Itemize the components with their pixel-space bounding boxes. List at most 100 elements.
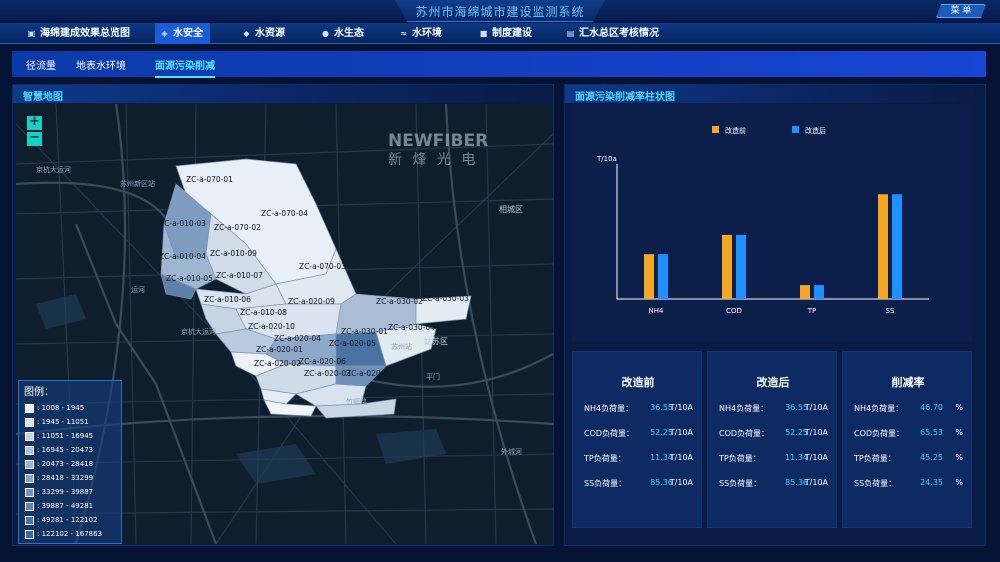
- waves-icon: ≈: [400, 29, 407, 38]
- card-reduction: 削减率 NH4负荷量： 46.70% COD负荷量： 65.53% TP负荷量： 45…: [842, 351, 972, 528]
- tab-pollution-reduction[interactable]: 面源污染削减: [155, 57, 215, 78]
- metric-unit: T/10A: [669, 478, 693, 487]
- bar-ss-before: [878, 194, 888, 299]
- nav-label: 水环境: [412, 28, 442, 39]
- metric-row: COD负荷量： 52.25 T/10A: [708, 428, 838, 440]
- zoom-in-button[interactable]: +: [27, 115, 42, 130]
- legend-item: : 33299 - 39887: [25, 487, 93, 499]
- nav-item-assessment[interactable]: ▤ 汇水总区考核情况: [561, 23, 671, 44]
- nav-label: 制度建设: [492, 28, 532, 39]
- metric-row: SS负荷量： 85.36 T/10A: [573, 478, 703, 490]
- clipboard-icon: ▤: [566, 29, 575, 38]
- legend-label: : 28418 - 33299: [37, 474, 94, 482]
- zone-label: ZC-a-030-04: [388, 323, 435, 332]
- place-label: 平门: [426, 372, 440, 381]
- legend-label: 改造后: [805, 126, 826, 135]
- bar-nh4-before: [644, 254, 654, 299]
- bar-tp-after: [814, 285, 824, 299]
- tab-surface-water[interactable]: 地表水环境: [76, 57, 126, 72]
- nav-label: 海绵建成效果总览图: [40, 28, 130, 39]
- metric-unit: %: [955, 403, 963, 412]
- leaf-drop-icon: ●: [322, 29, 329, 38]
- metric-label: TP负荷量：: [719, 454, 761, 463]
- legend-item: : 20473 - 28418: [25, 459, 93, 471]
- legend-swatch: [25, 431, 34, 441]
- legend-label: : 39887 - 49281: [37, 502, 94, 510]
- metric-label: SS负荷量：: [719, 479, 762, 488]
- chart-panel-title: 面源污染削减率柱状图: [575, 92, 675, 103]
- nav-item-water-resource[interactable]: ◆ 水资源: [237, 23, 297, 44]
- nav-item-water-ecology[interactable]: ● 水生态: [316, 23, 376, 44]
- tab-runoff[interactable]: 径流量: [26, 57, 56, 72]
- legend-swatch: [25, 403, 34, 413]
- chart-area: T/10a 改造前 改造后 NH4 COD TP SS: [572, 104, 972, 342]
- y-axis-label: T/10a: [596, 155, 617, 163]
- x-tick-label: COD: [726, 307, 742, 315]
- nav-label: 汇水总区考核情况: [579, 28, 659, 39]
- metric-label: TP负荷量：: [584, 454, 626, 463]
- legend-item: : 122102 - 167863: [25, 529, 102, 541]
- metric-label: COD负荷量：: [854, 429, 905, 438]
- place-label: 京杭大运河: [36, 165, 71, 174]
- metric-value: 65.53: [920, 428, 943, 437]
- x-tick-label: SS: [886, 307, 895, 315]
- zone-label: ZC-a-020-10: [248, 322, 295, 331]
- card-title: 改造后: [756, 376, 790, 389]
- nav-item-water-env[interactable]: ≈ 水环境: [394, 23, 454, 44]
- zoom-out-button[interactable]: −: [27, 131, 42, 146]
- nav-item-institution[interactable]: ■ 制度建设: [474, 23, 544, 44]
- legend-label: : 122102 - 167863: [37, 530, 103, 538]
- zone-label: ZC-a-010-08: [240, 308, 287, 317]
- metric-label: TP负荷量：: [854, 454, 896, 463]
- legend-item: : 11051 - 16945: [25, 431, 93, 443]
- box-icon: ■: [479, 29, 488, 38]
- metric-row: COD负荷量： 52.25 T/10A: [573, 428, 703, 440]
- legend-swatch: [792, 126, 799, 133]
- legend-swatch: [25, 473, 34, 483]
- x-tick-label: TP: [807, 307, 817, 315]
- zone-label: ZC-a-070-01: [186, 175, 233, 184]
- legend-swatch: [25, 501, 34, 511]
- bar-cod-before: [722, 234, 732, 299]
- metric-label: COD负荷量：: [584, 429, 635, 438]
- zone-label: ZC-a-010-03: [159, 219, 206, 228]
- metric-row: NH4负荷量： 36.55 T/10A: [573, 403, 703, 415]
- watermark-cn: 新 烽 光 电: [388, 152, 478, 168]
- menu-button[interactable]: 菜 单: [936, 4, 986, 18]
- metric-row: TP负荷量： 11.34 T/10A: [573, 453, 703, 465]
- nav-item-overview[interactable]: ▣ 海绵建成效果总览图: [22, 23, 150, 44]
- zone-label: ZC-a-010-07: [216, 271, 263, 280]
- zone-label: ZC-a-030-03: [422, 294, 469, 303]
- legend-swatch: [25, 529, 34, 539]
- zone-label: ZC-a-010-04: [159, 252, 206, 261]
- zone-label: ZC-a-070-04: [261, 209, 308, 218]
- bar-ss-after: [892, 194, 902, 299]
- legend-item: : 49281 - 122102: [25, 515, 98, 527]
- legend-label: : 49281 - 122102: [37, 516, 98, 524]
- shield-icon: ◈: [161, 29, 168, 38]
- metric-label: COD负荷量：: [719, 429, 770, 438]
- zone-label: ZC-a-020-09: [288, 297, 335, 306]
- metric-row: COD负荷量： 65.53%: [843, 428, 973, 440]
- zone-label: ZC-a-020-01: [256, 345, 303, 354]
- zone-label: ZC-a-020-06: [299, 357, 346, 366]
- drop-icon: ◆: [243, 29, 250, 38]
- nav-item-water-safety[interactable]: ◈ 水安全: [155, 23, 210, 44]
- zone-label: ZC-a-070-03: [299, 262, 346, 271]
- metric-unit: T/10A: [669, 453, 693, 462]
- bar-cod-after: [736, 234, 746, 299]
- metric-unit: %: [955, 453, 963, 462]
- place-label: 外城河: [501, 447, 522, 456]
- metric-row: NH4负荷量： 46.70%: [843, 403, 973, 415]
- map-panel-title: 智慧地图: [23, 92, 63, 103]
- legend-item: : 1008 - 1945: [25, 403, 84, 415]
- legend-swatch: [25, 417, 34, 427]
- metric-unit: T/10A: [804, 478, 828, 487]
- metric-unit: T/10A: [669, 403, 693, 412]
- zone-label: ZC-a-010-05: [166, 274, 213, 283]
- watermark-brand: NEWFIBER: [388, 131, 488, 151]
- legend-swatch: [712, 126, 719, 133]
- zone-label: ZC-a-010-06: [204, 295, 251, 304]
- bar-tp-before: [800, 285, 810, 299]
- zone-label: ZC-a-020-04: [274, 334, 321, 343]
